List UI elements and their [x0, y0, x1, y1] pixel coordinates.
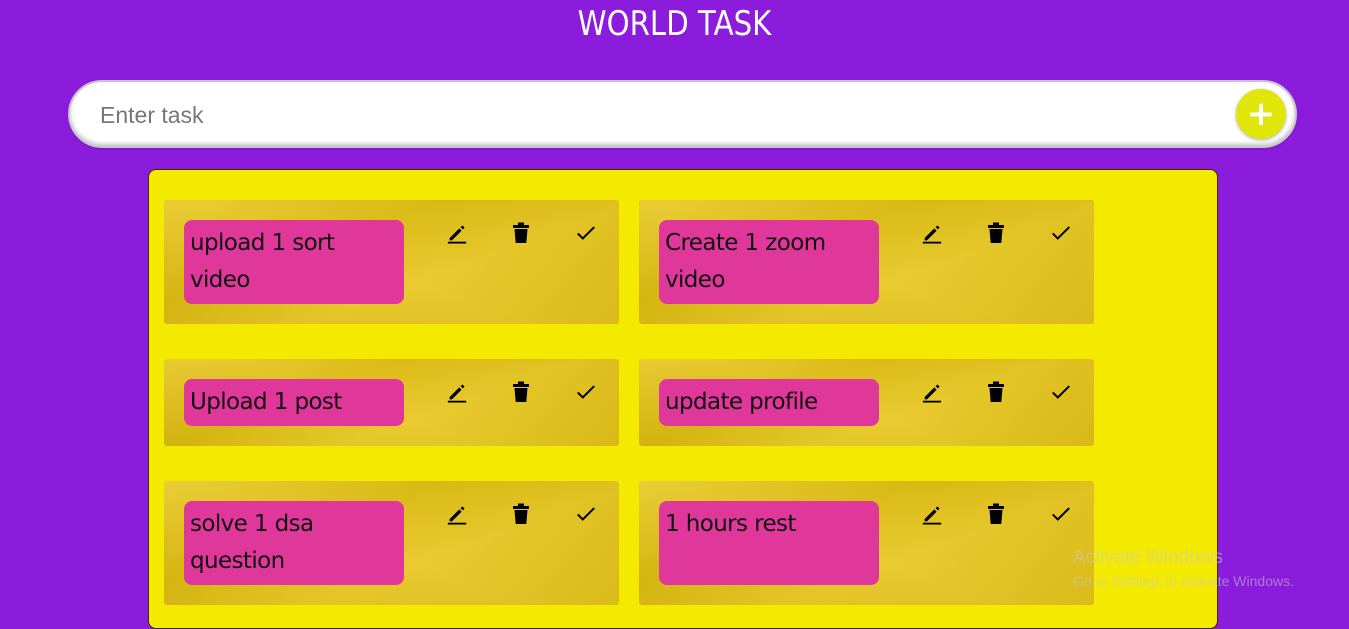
- task-text: update profile: [659, 379, 879, 426]
- trash-icon[interactable]: [983, 220, 1009, 246]
- trash-icon[interactable]: [508, 379, 534, 405]
- check-icon[interactable]: [573, 501, 599, 527]
- add-task-button[interactable]: +: [1236, 89, 1286, 139]
- activate-windows-watermark: Activate Windows Go to Settings to activ…: [1073, 546, 1294, 591]
- trash-icon[interactable]: [983, 501, 1009, 527]
- check-icon[interactable]: [1048, 379, 1074, 405]
- task-text: upload 1 sort video: [184, 220, 404, 304]
- edit-icon[interactable]: [444, 501, 470, 527]
- watermark-title: Activate Windows: [1073, 547, 1223, 568]
- app-title: WORLD TASK: [577, 4, 772, 44]
- edit-icon[interactable]: [444, 379, 470, 405]
- task-input-container: [68, 80, 1297, 148]
- edit-icon[interactable]: [919, 379, 945, 405]
- task-card: 1 hours rest: [639, 481, 1094, 605]
- task-card: update profile: [639, 359, 1094, 446]
- edit-icon[interactable]: [919, 220, 945, 246]
- watermark-subtitle: Go to Settings to activate Windows.: [1073, 573, 1294, 589]
- edit-icon[interactable]: [919, 501, 945, 527]
- trash-icon[interactable]: [508, 220, 534, 246]
- task-text: Create 1 zoom video: [659, 220, 879, 304]
- task-card: solve 1 dsa question: [164, 481, 619, 605]
- task-text: 1 hours rest: [659, 501, 879, 585]
- task-card: upload 1 sort video: [164, 200, 619, 324]
- trash-icon[interactable]: [508, 501, 534, 527]
- task-card: Upload 1 post: [164, 359, 619, 446]
- task-text: solve 1 dsa question: [184, 501, 404, 585]
- check-icon[interactable]: [1048, 501, 1074, 527]
- check-icon[interactable]: [573, 379, 599, 405]
- edit-icon[interactable]: [444, 220, 470, 246]
- task-input[interactable]: [98, 94, 1202, 136]
- task-board: upload 1 sort video Create 1 zoom video …: [148, 169, 1218, 629]
- check-icon[interactable]: [1048, 220, 1074, 246]
- trash-icon[interactable]: [983, 379, 1009, 405]
- check-icon[interactable]: [573, 220, 599, 246]
- task-text: Upload 1 post: [184, 379, 404, 426]
- task-card: Create 1 zoom video: [639, 200, 1094, 324]
